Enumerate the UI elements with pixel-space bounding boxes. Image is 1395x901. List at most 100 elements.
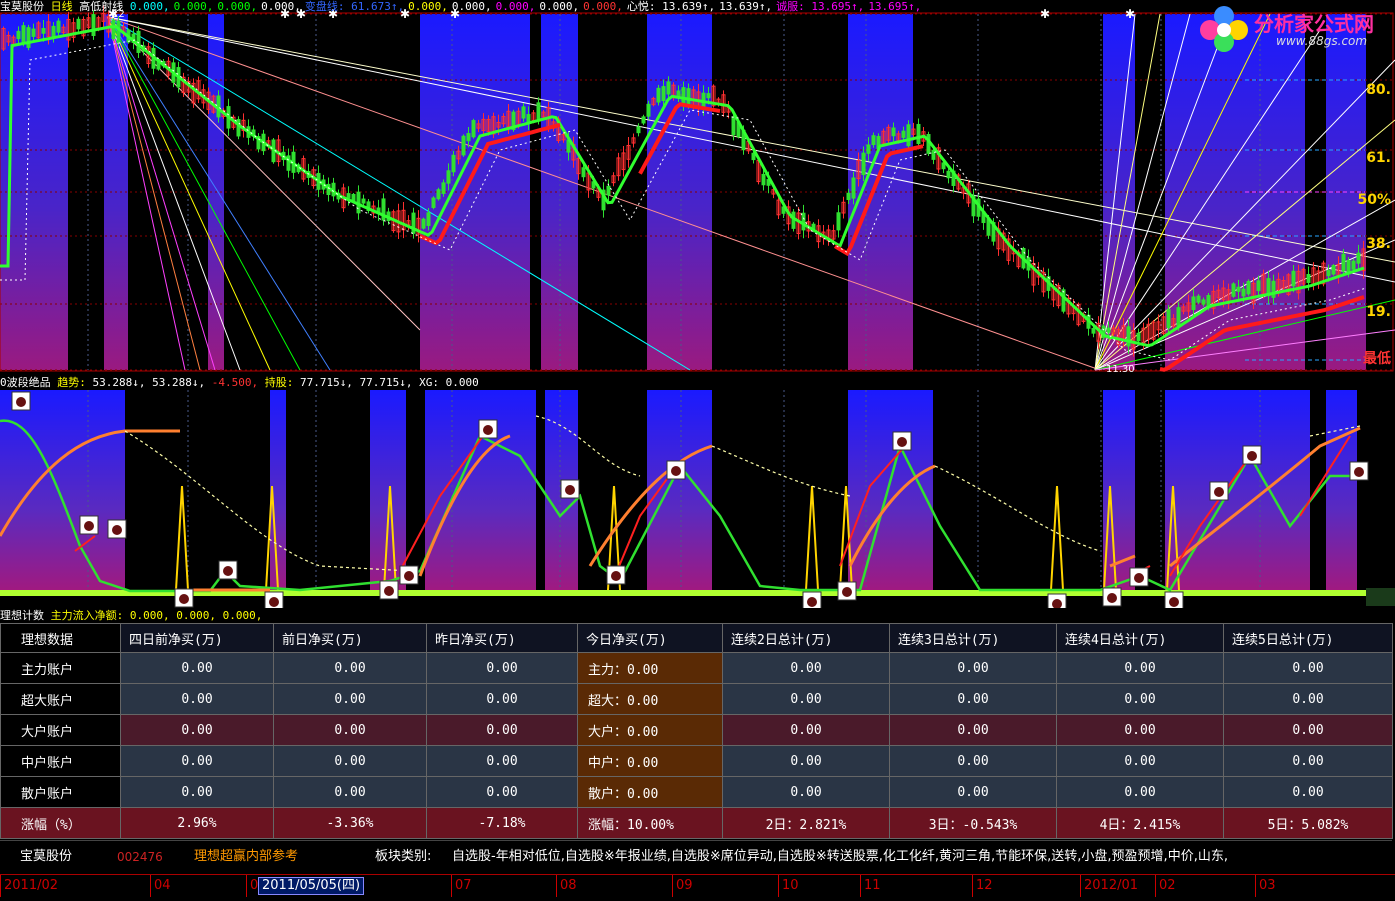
bull-icon [671,466,681,476]
table-row: 涨幅（%） 2.96% -3.36% -7.18% 涨幅：10.00% 2日：2.821%… [0,807,1393,839]
footer-reference: 理想超赢内部参考 [194,849,299,864]
col-header[interactable]: 今日净买(万) [577,623,723,653]
table-indicator-name[interactable]: 理想计数 [0,609,44,622]
table-cell: 3日：-0.543% [889,807,1057,839]
col-header[interactable]: 昨日净买(万) [426,623,578,653]
table-cell: 0.00 [1223,776,1393,808]
candle-body [1231,283,1236,297]
indicator-chart-panel[interactable]: 0波段绝品 趋势: 53.288↓, 53.288↓, -4.500, 持股: … [0,376,1395,608]
table-cell: 0.00 [120,714,274,746]
period-label[interactable]: 日线 [51,0,73,13]
table-cell: 4日：2.415% [1056,807,1224,839]
candle-body [761,173,766,186]
col-header[interactable]: 前日净买(万) [273,623,427,653]
candle-body [421,218,426,229]
col-header[interactable]: 连续3日总计(万) [889,623,1057,653]
candle-body [846,192,851,200]
site-logo: 分析家公式网 www.88gs.com [1196,4,1392,54]
star-marker: ✱ [1125,7,1135,21]
ray-line [107,16,271,371]
candle-body [76,18,81,30]
main-flow-line: 主力流入净额: 0.000, 0.000, 0.000, [50,609,263,622]
candle-body [1136,332,1141,342]
indicator-chart[interactable] [0,376,1395,608]
candle-body [1246,280,1251,295]
col-header[interactable]: 连续2日总计(万) [722,623,890,653]
row-label: 超大账户 [0,683,121,715]
star-marker: ✱ [1040,7,1050,21]
table-cell: 0.00 [722,652,890,684]
candle-body [526,114,531,123]
candle-body [1291,270,1296,287]
indicator-name[interactable]: 高低射线 [79,0,123,13]
table-cell: 0.00 [1056,776,1224,808]
candle-body [441,182,446,194]
date-tick: 0 [246,875,258,897]
candle-body [1351,260,1356,270]
table-header-row: 理想数据 四日前净买(万) 前日净买(万) 昨日净买(万) 今日净买(万) 连续… [0,623,1393,653]
bull-icon [179,594,189,604]
indicator-value: 变盘线: 61.673↑, [304,0,405,13]
date-tick: 07 [451,875,472,897]
date-axis[interactable]: 2011/02 04 0 07 08 09 10 11 12 2012/01 02 03 2011/05… [0,874,1395,897]
table-corner-label: 理想数据 [0,623,121,653]
kline-chart-panel[interactable]: ✱ ✱ ✱ ✱ ✱ ✱ ✱ ✱ 宝莫股份 日线 高低射线 0.000, 0.000, 0.000,… [0,0,1395,375]
table-cell: 0.00 [1056,714,1224,746]
date-cursor-label: 2011/05/05(四) [258,877,365,895]
date-tick: 03 [1255,875,1276,897]
candle-body [1306,274,1311,283]
table-cell: 0.00 [1223,652,1393,684]
candle-body [656,87,661,103]
bull-icon [1169,597,1179,607]
indicator-value: 0.000, [129,0,170,13]
row-label: 散户账户 [0,776,121,808]
col-header[interactable]: 连续4日总计(万) [1056,623,1224,653]
candle-body [906,124,911,147]
table-title-line: 理想计数 主力流入净额: 0.000, 0.000, 0.000, [0,609,262,623]
candle-body [56,20,61,33]
table-cell: 0.00 [889,683,1057,715]
bull-icon [1247,451,1257,461]
candle-body [891,127,896,137]
candle-body [641,116,646,124]
candle-body [21,25,26,44]
candle-body [681,87,686,106]
candle-body [446,170,451,184]
candle-body [676,90,681,97]
candle-body [31,28,36,37]
date-tick: 11 [860,875,881,897]
candle-body [801,212,806,231]
candle-body [1341,253,1346,272]
kline-chart[interactable]: ✱ ✱ ✱ ✱ ✱ ✱ ✱ ✱ [0,0,1395,373]
bull-icon [16,397,26,407]
candle-body [1241,288,1246,297]
indicator-value: 诚服: 13.695↑, [776,0,865,13]
bull-icon [807,597,817,607]
highlight-band [647,390,712,590]
candle-body [466,133,471,142]
fib-label-80: 80. [1366,82,1391,98]
footer-sector-label: 板块类别: [375,849,432,864]
col-header[interactable]: 四日前净买(万) [120,623,274,653]
candle-body [16,30,21,40]
table-cell: 0.00 [426,714,578,746]
table-cell: 主力：0.00 [577,652,723,684]
bull-icon [611,571,621,581]
bull-icon [404,571,414,581]
table-cell: 0.00 [722,776,890,808]
candle-body [1256,280,1261,292]
candle-body [661,86,666,102]
candle-body [26,27,31,48]
footer-sectors: 自选股-年相对低位,自选股※年报业绩,自选股※席位异动,自选股※转送股票,化工化… [452,849,1228,864]
table-cell: 0.00 [120,683,274,715]
table-cell: 0.00 [722,714,890,746]
indicator-values: 0.000, 0.000, 0.000, 0.000, 变盘线: 61.673↑, 0.0… [130,0,925,13]
highlight-band [0,390,125,590]
candle-body [866,144,871,154]
candle-body [1061,289,1066,312]
candle-body [851,177,856,199]
indicator-panel-name[interactable]: 0波段绝品 [0,376,51,389]
col-header[interactable]: 连续5日总计(万) [1223,623,1393,653]
footer-stock-name[interactable]: 宝莫股份 [20,841,72,873]
candle-body [606,185,611,196]
